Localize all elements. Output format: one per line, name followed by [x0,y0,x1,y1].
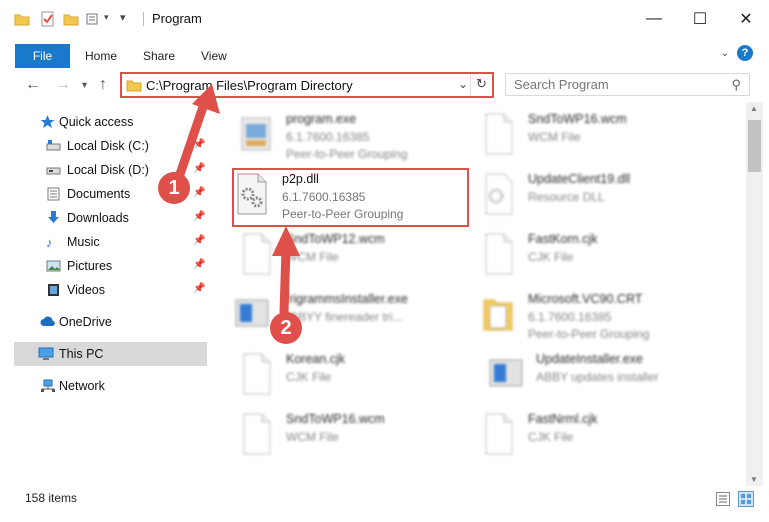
status-bar [0,486,769,522]
annotation-arrows [173,84,300,317]
step-1-badge: 1 [158,172,190,204]
arrow-1 [173,99,209,185]
details-view-icon[interactable] [716,492,730,509]
large-icons-view-icon[interactable] [738,491,754,510]
item-count: 158 items [25,491,78,505]
arrow-2-head [272,226,300,256]
arrow-2 [279,245,291,317]
step-2-badge: 2 [270,312,302,344]
